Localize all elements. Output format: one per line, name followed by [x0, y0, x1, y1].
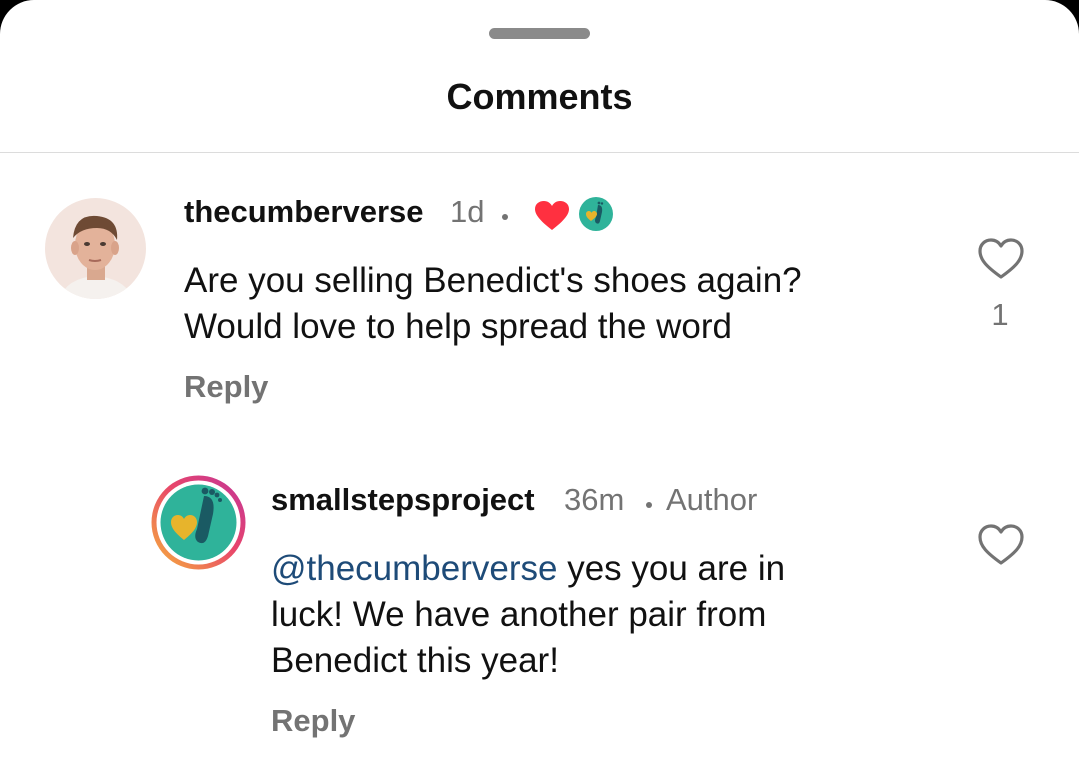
comment-text-fragment: yes you are in: [557, 549, 786, 588]
comment-text: @thecumberverse yes you are in luck! We …: [271, 546, 785, 684]
drag-handle[interactable]: [489, 28, 590, 39]
heart-outline-icon[interactable]: [977, 523, 1025, 567]
comment-timestamp: 1d: [450, 194, 485, 229]
comment-text-line: Would love to help spread the word: [184, 307, 733, 346]
footprint-heart-logo-icon: [579, 197, 613, 231]
comment-username[interactable]: smallstepsproject: [271, 482, 535, 518]
comment-text-line: @thecumberverse yes you are in: [271, 546, 785, 592]
avatar[interactable]: [150, 474, 247, 571]
heart-outline-icon[interactable]: [977, 237, 1025, 281]
separator-dot: [646, 502, 652, 508]
story-ring-avatar: [151, 475, 246, 570]
reply-button[interactable]: Reply: [271, 703, 355, 739]
comments-sheet: Comments thecumberverse 1d Are you selli…: [0, 0, 1079, 771]
comment-timestamp: 36m: [564, 482, 625, 517]
comment-text-line: Benedict this year!: [271, 641, 559, 680]
comment-text-line: luck! We have another pair from: [271, 595, 767, 634]
red-heart-icon: [535, 201, 569, 230]
mention-link[interactable]: @thecumberverse: [271, 549, 557, 588]
comment-username[interactable]: thecumberverse: [184, 194, 424, 230]
sheet-title: Comments: [446, 76, 633, 117]
separator-dot: [502, 214, 508, 220]
comment-text-line: Are you selling Benedict's shoes again?: [184, 261, 802, 300]
profile-photo: [45, 198, 146, 299]
header-divider: [0, 152, 1079, 153]
reply-button[interactable]: Reply: [184, 369, 268, 405]
like-count: 1: [991, 297, 1009, 332]
author-badge: Author: [666, 482, 758, 517]
comment-text: Are you selling Benedict's shoes again? …: [184, 258, 802, 350]
avatar[interactable]: [45, 198, 146, 299]
